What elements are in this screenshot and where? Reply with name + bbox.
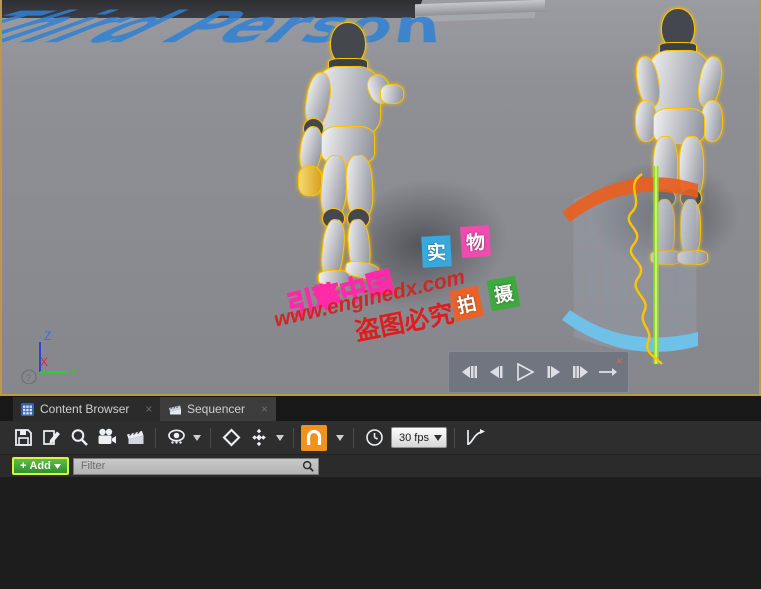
key-group-button[interactable]	[246, 425, 272, 451]
edit-button[interactable]	[38, 425, 64, 451]
clapper-icon	[168, 403, 181, 416]
frame-rate-value: 30 fps	[399, 431, 429, 444]
mannequin-character-a[interactable]	[288, 22, 413, 307]
chevron-down-icon[interactable]	[334, 425, 346, 451]
curve-editor-button[interactable]	[462, 425, 490, 451]
filter-placeholder: Filter	[80, 460, 106, 472]
toolbar-separator	[293, 427, 294, 448]
skip-to-end-icon[interactable]	[571, 362, 591, 382]
unreal-editor-window: Third Person 实 物 拍 摄 引擎中国 www.enginedx.c…	[0, 0, 761, 589]
toolbar-separator	[155, 427, 156, 448]
plus-icon: +	[20, 460, 27, 472]
chevron-down-icon	[433, 434, 442, 441]
toolbar-separator	[353, 427, 354, 448]
add-track-row: + Add Filter	[0, 455, 761, 477]
play-icon[interactable]	[513, 362, 537, 382]
find-button[interactable]	[66, 425, 92, 451]
axis-label-x: X	[40, 355, 48, 369]
close-icon[interactable]: ×	[145, 402, 152, 416]
frame-rate-select[interactable]: 30 fps	[391, 427, 447, 448]
tab-label: Sequencer	[187, 402, 246, 416]
close-icon[interactable]: ×	[616, 355, 623, 367]
skip-to-start-icon[interactable]	[459, 362, 479, 382]
step-forward-icon[interactable]	[544, 362, 564, 382]
tab-label: Content Browser	[40, 402, 130, 416]
chevron-down-icon[interactable]	[191, 425, 203, 451]
key-button[interactable]	[218, 425, 244, 451]
help-icon: ?	[26, 373, 31, 383]
tab-bar: Content Browser × Sequencer ×	[0, 396, 761, 421]
add-track-button[interactable]: + Add	[12, 457, 69, 475]
viewport-axis-gizmo: Z X Y ?	[21, 329, 78, 384]
grid-icon	[21, 402, 34, 416]
tab-content-browser[interactable]: Content Browser ×	[13, 397, 161, 421]
time-button[interactable]	[361, 425, 387, 451]
render-movie-button[interactable]	[122, 425, 148, 451]
axis-label-z: Z	[44, 329, 51, 343]
visibility-button[interactable]	[163, 425, 189, 451]
search-icon	[302, 460, 314, 472]
save-button[interactable]	[10, 425, 36, 451]
toolbar-separator	[210, 427, 211, 448]
tab-sequencer[interactable]: Sequencer ×	[160, 397, 277, 421]
viewport-transport-bar[interactable]: ×	[448, 351, 629, 393]
add-button-label: Add	[29, 460, 51, 472]
camera-button[interactable]	[94, 425, 120, 451]
filter-input[interactable]: Filter	[72, 457, 319, 475]
close-icon[interactable]: ×	[261, 402, 268, 416]
sequencer-toolbar: 30 fps	[0, 421, 761, 455]
bottom-dock: Content Browser × Sequencer × 30 fps + A…	[0, 396, 761, 589]
snap-toggle-button[interactable]	[301, 424, 327, 451]
level-viewport[interactable]: Third Person 实 物 拍 摄 引擎中国 www.enginedx.c…	[0, 0, 761, 396]
axis-label-y: Y	[70, 367, 78, 379]
chevron-down-icon[interactable]	[274, 425, 286, 451]
selection-outline	[627, 173, 663, 365]
step-back-icon[interactable]	[486, 362, 506, 382]
chevron-down-icon	[53, 463, 61, 469]
toolbar-separator	[453, 427, 455, 448]
